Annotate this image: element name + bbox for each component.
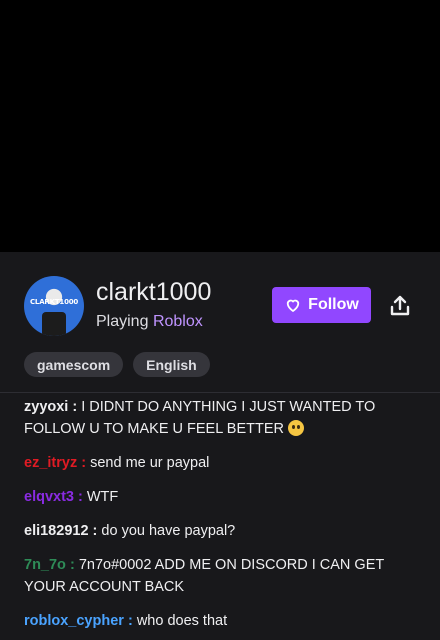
chat-message: elqvxt3 : WTF	[24, 486, 424, 508]
stream-tags: gamescom English	[24, 352, 210, 377]
chat-list: zyyoxi : I DIDNT DO ANYTHING I JUST WANT…	[24, 396, 424, 640]
chat-separator: :	[68, 399, 82, 415]
heart-icon	[287, 299, 300, 312]
chat-separator: :	[123, 613, 137, 629]
chat-message: eli182912 : do you have paypal?	[24, 520, 424, 542]
channel-avatar[interactable]: CLARKT1000	[24, 276, 84, 336]
chat-text: 7n7o#0002 ADD ME ON DISCORD I CAN GET YO…	[24, 557, 384, 595]
pleading-face-emoji-icon	[288, 420, 305, 436]
chat-username[interactable]: roblox_cypher	[24, 613, 124, 629]
avatar-figure	[42, 312, 66, 336]
share-button[interactable]	[386, 292, 414, 320]
game-link[interactable]: Roblox	[153, 313, 203, 330]
chat-text: do you have paypal?	[101, 523, 236, 539]
chat-username[interactable]: elqvxt3	[24, 489, 74, 505]
chat-text: send me ur paypal	[90, 455, 210, 471]
chat-separator: :	[65, 557, 79, 573]
follow-label: Follow	[308, 296, 359, 313]
follow-button[interactable]: Follow	[272, 287, 371, 323]
channel-header: CLARKT1000 clarkt1000 Playing Roblox Fol…	[0, 274, 440, 338]
chat-separator: :	[77, 455, 91, 471]
tag-english[interactable]: English	[133, 352, 210, 377]
playing-line: Playing Roblox	[96, 313, 203, 331]
share-icon	[390, 295, 410, 316]
chat-separator: :	[88, 523, 102, 539]
chat-text: who does that	[136, 613, 228, 629]
playing-prefix: Playing	[96, 313, 149, 330]
chat-separator: :	[73, 489, 87, 505]
stream-info-panel: CLARKT1000 clarkt1000 Playing Roblox Fol…	[0, 252, 440, 640]
chat-username[interactable]: eli182912	[24, 523, 89, 539]
chat-username[interactable]: zyyoxi	[24, 399, 68, 415]
chat-message: 7n_7o : 7n7o#0002 ADD ME ON DISCORD I CA…	[24, 554, 424, 598]
tag-gamescom[interactable]: gamescom	[24, 352, 124, 377]
chat-message: ez_itryz : send me ur paypal	[24, 452, 424, 474]
chat-message: zyyoxi : I DIDNT DO ANYTHING I JUST WANT…	[24, 396, 424, 440]
channel-name[interactable]: clarkt1000	[96, 278, 211, 307]
chat-username[interactable]: 7n_7o	[24, 557, 66, 573]
chat-username[interactable]: ez_itryz	[24, 455, 77, 471]
chat-text: WTF	[86, 489, 119, 505]
chat-message: roblox_cypher : who does that	[24, 610, 424, 632]
video-player[interactable]	[0, 0, 440, 252]
divider	[0, 392, 440, 393]
avatar-text: CLARKT1000	[30, 298, 79, 306]
